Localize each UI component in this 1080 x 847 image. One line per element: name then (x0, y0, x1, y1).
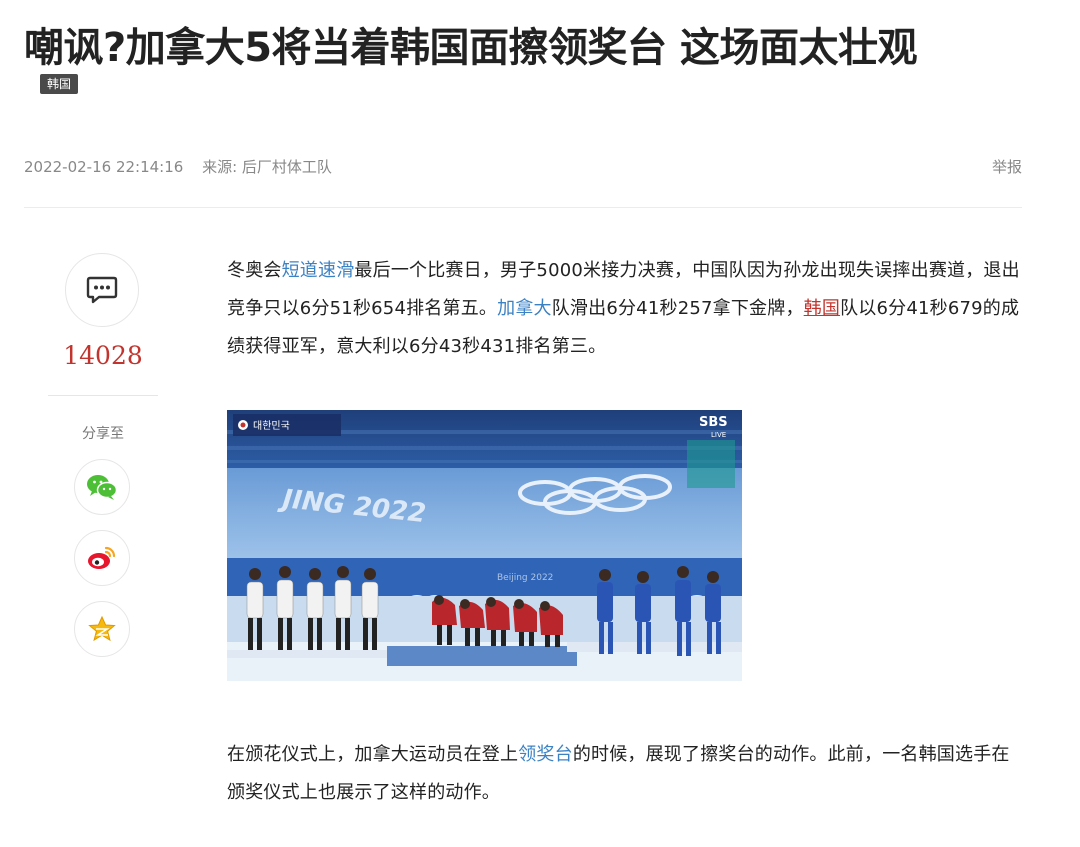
share-weibo-button[interactable] (74, 530, 130, 586)
wechat-icon (87, 475, 118, 500)
article-source: 来源: 后厂村体工队 (202, 158, 332, 176)
share-qzone-button[interactable] (74, 601, 130, 657)
p1-text-3: 队滑出6分41秒257拿下金牌， (551, 298, 804, 319)
share-label: 分享至 (82, 426, 124, 442)
podium-scene: JING 2022 Beijing 2022 대한민국 SBS LIVE (227, 410, 742, 681)
article-body-2: 在颁花仪式上，加拿大运动员在登上领奖台的时候，展现了擦奖台的动作。此前，一名韩国… (227, 736, 1027, 812)
link-short-track[interactable]: 短道速滑 (282, 260, 355, 281)
comment-bubble-icon (86, 276, 118, 304)
score-banner-text: 대한민국 (253, 420, 290, 432)
broadcaster-sub: LIVE (711, 431, 726, 439)
report-link[interactable]: 举报 (992, 156, 1022, 177)
broadcast-score-banner: 대한민국 (233, 414, 341, 436)
article-meta: 2022-02-16 22:14:16 来源: 后厂村体工队 (24, 156, 346, 177)
comment-count[interactable]: 14028 (48, 341, 158, 370)
link-korea[interactable]: 韩国 (804, 298, 840, 319)
header-divider (24, 207, 1022, 208)
article-title: 嘲讽?加拿大5将当着韩国面擦领奖台 这场面太壮观 (24, 25, 917, 71)
broadcaster-name: SBS (699, 415, 728, 430)
p1-text-1: 冬奥会 (227, 260, 282, 281)
photo-venue-text: Beijing 2022 (497, 573, 553, 583)
paragraph-1: 冬奥会短道速滑最后一个比赛日，男子5000米接力决赛，中国队因为孙龙出现失误摔出… (227, 252, 1027, 366)
article-photo: JING 2022 Beijing 2022 대한민국 SBS LIVE (227, 410, 742, 681)
weibo-icon (88, 546, 116, 569)
topic-tag[interactable]: 韩国 (40, 74, 79, 94)
link-podium[interactable]: 领奖台 (518, 744, 573, 765)
sidebar-divider (48, 395, 158, 396)
watermark-pattern (687, 440, 735, 488)
p2-text-1: 在颁花仪式上，加拿大运动员在登上 (227, 744, 519, 765)
link-canada[interactable]: 加拿大 (497, 298, 552, 319)
comment-button[interactable] (65, 253, 139, 327)
article-body: 冬奥会短道速滑最后一个比赛日，男子5000米接力决赛，中国队因为孙龙出现失误摔出… (227, 252, 1027, 366)
share-wechat-button[interactable] (74, 459, 130, 515)
qzone-star-icon (88, 615, 116, 642)
publish-date: 2022-02-16 22:14:16 (24, 158, 184, 176)
paragraph-2: 在颁花仪式上，加拿大运动员在登上领奖台的时候，展现了擦奖台的动作。此前，一名韩国… (227, 736, 1027, 812)
